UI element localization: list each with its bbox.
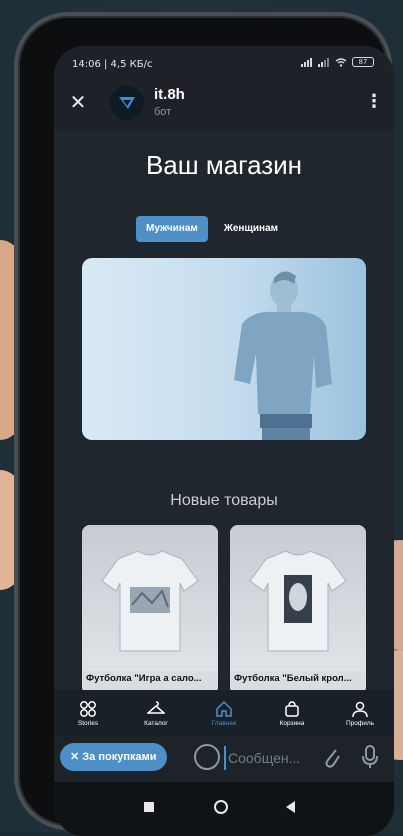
microphone-icon[interactable] xyxy=(360,744,380,770)
recent-apps-button[interactable] xyxy=(144,802,154,812)
attach-icon[interactable] xyxy=(322,744,342,770)
bot-logo-icon xyxy=(119,97,135,109)
system-navigation-bar xyxy=(54,782,394,836)
nav-item-profile[interactable]: Профиль xyxy=(332,700,388,727)
back-button[interactable] xyxy=(286,801,295,813)
battery-icon: 87 xyxy=(352,57,374,67)
promo-banner[interactable] xyxy=(82,258,366,440)
emoji-icon[interactable] xyxy=(194,744,220,770)
model-photo xyxy=(234,271,332,440)
more-menu-icon[interactable]: ⋮ xyxy=(364,90,384,114)
nav-item-stories[interactable]: Stories xyxy=(60,700,116,727)
home-icon xyxy=(216,700,232,717)
product-name: Футболка "Белый крол... xyxy=(234,673,352,684)
bottom-navigation: Stories Каталог Главная Корзина Профиль xyxy=(54,690,394,736)
message-input-bar: ✕ За покупками xyxy=(54,736,394,782)
tshirt-image xyxy=(230,525,366,671)
signal-icon xyxy=(301,57,312,67)
shop-button[interactable]: ✕ За покупками xyxy=(60,743,167,771)
tshirt-icon xyxy=(249,550,347,652)
message-input[interactable] xyxy=(224,746,314,770)
nav-label: Stories xyxy=(77,719,99,727)
phone-frame: 14:06 | 4,5 КБ/с 87 ✕ it.8h бот ⋮ Ваш ма… xyxy=(14,12,394,836)
tab-women[interactable]: Женщинам xyxy=(214,216,288,242)
person-icon xyxy=(352,701,368,717)
bot-subtitle: бот xyxy=(154,106,172,118)
nav-item-home[interactable]: Главная xyxy=(196,700,252,727)
nav-label: Каталог xyxy=(144,719,168,727)
bag-icon xyxy=(285,700,299,717)
status-time: 14:06 | 4,5 КБ/с xyxy=(72,59,153,70)
signal-icon-2 xyxy=(318,57,329,67)
status-bar: 14:06 | 4,5 КБ/с 87 xyxy=(54,46,394,80)
nav-item-catalog[interactable]: Каталог xyxy=(128,700,184,727)
chat-header: ✕ it.8h бот ⋮ xyxy=(54,80,394,130)
grid-icon xyxy=(80,700,96,717)
nav-label: Профиль xyxy=(345,719,375,727)
bot-name: it.8h xyxy=(154,86,185,103)
tshirt-icon xyxy=(101,550,199,652)
product-card[interactable]: Футболка "Игра а сало... xyxy=(82,525,218,695)
bot-avatar[interactable] xyxy=(110,86,144,120)
category-tabs: Мужчинам Женщинам xyxy=(136,216,288,242)
tshirt-image xyxy=(82,525,218,671)
home-button[interactable] xyxy=(214,800,228,814)
phone-screen: 14:06 | 4,5 КБ/с 87 ✕ it.8h бот ⋮ Ваш ма… xyxy=(54,46,394,836)
shop-title: Ваш магазин xyxy=(145,150,303,180)
nav-item-cart[interactable]: Корзина xyxy=(264,700,320,727)
tab-men[interactable]: Мужчинам xyxy=(136,216,208,242)
close-button[interactable]: ✕ xyxy=(66,90,90,114)
hanger-icon xyxy=(147,700,165,714)
new-products-title: Новые товары xyxy=(170,492,278,509)
nav-label: Главная xyxy=(211,719,237,727)
product-list: Футболка "Игра а сало... Футболка "Белый… xyxy=(82,525,366,695)
product-name: Футболка "Игра а сало... xyxy=(86,673,202,684)
status-icons: 87 xyxy=(301,57,374,67)
webapp-view: Ваш магазин Мужчинам Женщинам Новые това… xyxy=(54,130,394,730)
nav-label: Корзина xyxy=(279,719,305,727)
wifi-icon xyxy=(335,57,347,67)
product-card[interactable]: Футболка "Белый крол... xyxy=(230,525,366,695)
